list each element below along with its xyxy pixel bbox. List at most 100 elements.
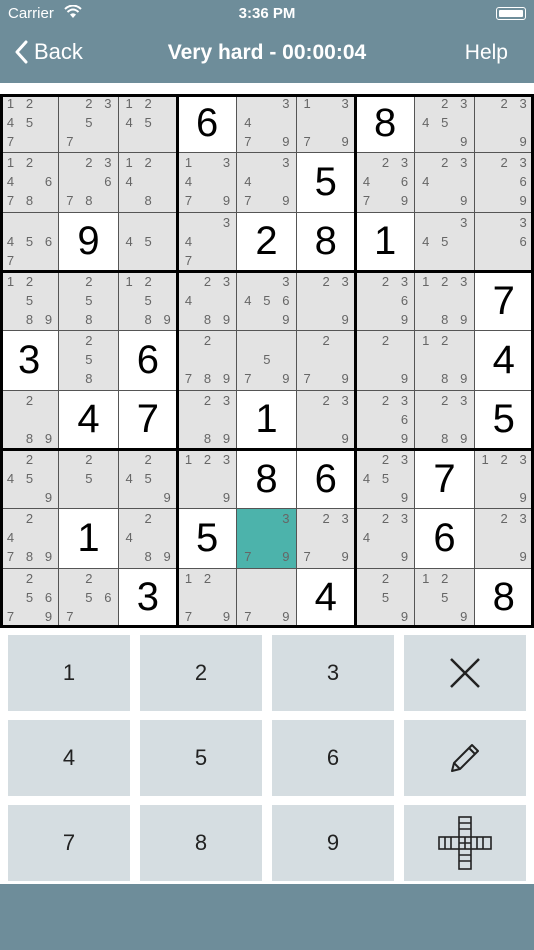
sudoku-cell[interactable]: 2 5 8 <box>59 331 119 391</box>
sudoku-cell[interactable]: 29 <box>355 331 416 391</box>
sudoku-cell[interactable]: 2459 <box>0 449 60 510</box>
sudoku-cell[interactable]: 23 4 9 <box>355 509 416 569</box>
help-button[interactable]: Help <box>465 41 508 65</box>
sudoku-cell[interactable]: 2459 <box>118 449 178 510</box>
sudoku-cell[interactable]: 6 <box>296 449 356 510</box>
sudoku-cell[interactable]: 6 <box>177 94 238 154</box>
sudoku-cell[interactable]: 2 789 <box>177 331 238 391</box>
sudoku-cell[interactable]: 23 4 6 7 9 <box>355 153 416 213</box>
sudoku-cell[interactable]: 123 9 <box>474 449 534 510</box>
sudoku-cell[interactable]: 239 <box>474 94 534 154</box>
sudoku-cell[interactable]: 3 <box>0 331 60 391</box>
digit-key-1[interactable]: 1 <box>8 635 130 711</box>
sudoku-cell[interactable]: 23 6 9 <box>474 153 534 213</box>
sudoku-cell[interactable]: 123 89 <box>415 271 475 332</box>
sudoku-cell[interactable]: 4 <box>59 390 119 450</box>
sudoku-cell[interactable]: 6 <box>415 509 475 569</box>
sudoku-cell[interactable]: 2 5 8 <box>59 271 119 332</box>
sudoku-cell[interactable]: 12 7 9 <box>177 568 238 628</box>
sudoku-cell[interactable]: 5 <box>177 509 238 569</box>
digit-key-2[interactable]: 2 <box>140 635 262 711</box>
sudoku-cell[interactable]: 24 789 <box>0 509 60 569</box>
sudoku-cell[interactable]: 3 456 9 <box>237 271 297 332</box>
pencil-mark: 9 <box>519 193 527 209</box>
sudoku-cell[interactable]: 45 <box>118 212 178 272</box>
sudoku-cell[interactable]: 4 <box>474 331 534 391</box>
pencil-button[interactable] <box>404 720 526 796</box>
sudoku-cell[interactable]: 1 <box>237 390 297 450</box>
sudoku-cell[interactable]: 5 <box>474 390 534 450</box>
pencil-mark: 2 <box>381 511 390 527</box>
sudoku-cell[interactable]: 23 6 78 <box>59 153 119 213</box>
sudoku-cell[interactable]: 36 <box>474 212 534 272</box>
digit-key-7[interactable]: 7 <box>8 805 130 881</box>
sudoku-cell[interactable]: 1 3 4 7 9 <box>177 153 238 213</box>
sudoku-cell[interactable]: 7 <box>118 390 178 450</box>
sudoku-cell[interactable]: 23 89 <box>177 390 238 450</box>
sudoku-cell[interactable]: 7 <box>415 449 475 510</box>
sudoku-cell[interactable]: 23459 <box>415 94 475 154</box>
sudoku-cell[interactable]: 7 <box>474 271 534 332</box>
sudoku-cell[interactable]: 3 45 <box>415 212 475 272</box>
erase-button[interactable] <box>404 635 526 711</box>
sudoku-cell[interactable]: 2 59 <box>355 568 416 628</box>
sudoku-cell[interactable]: 23 489 <box>177 271 238 332</box>
sudoku-cell[interactable]: 23 6 9 <box>355 271 416 332</box>
digit-key-3[interactable]: 3 <box>272 635 394 711</box>
sudoku-cell[interactable]: 239 <box>296 390 356 450</box>
sudoku-cell[interactable]: 2 7 9 <box>296 331 356 391</box>
sudoku-cell[interactable]: 2 <box>237 212 297 272</box>
sudoku-cell[interactable]: 12 89 <box>415 331 475 391</box>
sudoku-cell[interactable]: 79 <box>237 568 297 628</box>
sudoku-cell[interactable]: 5 <box>296 153 356 213</box>
sudoku-cell[interactable]: 2 56 7 <box>59 568 119 628</box>
sudoku-cell[interactable]: 3 7 9 <box>237 509 297 569</box>
digit-key-6[interactable]: 6 <box>272 720 394 796</box>
sudoku-cell[interactable]: 12 59 <box>415 568 475 628</box>
sudoku-cell[interactable]: 3479 <box>237 94 297 154</box>
sudoku-cell[interactable]: 1245 <box>118 94 178 154</box>
pencil-mark: 9 <box>519 134 527 149</box>
sudoku-cell[interactable]: 239 <box>296 271 356 332</box>
pencil-mark: 3 <box>519 511 527 527</box>
sudoku-cell[interactable]: 23 6 9 <box>355 390 416 450</box>
pencil-mark: 3 <box>222 273 231 289</box>
sudoku-cell[interactable]: 12 5 89 <box>0 271 60 332</box>
sudoku-cell[interactable]: 1248 <box>118 153 178 213</box>
sudoku-cell[interactable]: 57 9 <box>237 331 297 391</box>
digit-key-9[interactable]: 9 <box>272 805 394 881</box>
sudoku-cell[interactable]: 3 <box>118 568 178 628</box>
sudoku-cell[interactable]: 8 <box>474 568 534 628</box>
sudoku-cell[interactable]: 23459 <box>355 449 416 510</box>
sudoku-cell[interactable]: 8 <box>355 94 416 154</box>
sudoku-cell[interactable]: 2489 <box>118 509 178 569</box>
sudoku-cell[interactable]: 1 <box>355 212 416 272</box>
digit-key-5[interactable]: 5 <box>140 720 262 796</box>
sudoku-cell[interactable]: 12457 <box>0 94 60 154</box>
sudoku-cell[interactable]: 3 4 7 <box>177 212 238 272</box>
sudoku-cell[interactable]: 12 5 89 <box>118 271 178 332</box>
sudoku-cell[interactable]: 239 <box>474 509 534 569</box>
sudoku-cell[interactable]: 3479 <box>237 153 297 213</box>
sudoku-cell[interactable]: 2357 <box>59 94 119 154</box>
sudoku-cell[interactable]: 1379 <box>296 94 356 154</box>
hint-button[interactable] <box>404 805 526 881</box>
sudoku-cell[interactable]: 4 <box>296 568 356 628</box>
digit-key-8[interactable]: 8 <box>140 805 262 881</box>
sudoku-cell[interactable]: 456 7 <box>0 212 60 272</box>
sudoku-cell[interactable]: 124 6 78 <box>0 153 60 213</box>
sudoku-cell[interactable]: 6 <box>118 331 178 391</box>
sudoku-cell[interactable]: 23 89 <box>415 390 475 450</box>
sudoku-cell[interactable]: 8 <box>237 449 297 510</box>
sudoku-cell[interactable]: 2 89 <box>0 390 60 450</box>
pencil-mark: 1 <box>422 333 430 349</box>
sudoku-cell[interactable]: 2 56 7 9 <box>0 568 60 628</box>
sudoku-cell[interactable]: 1 <box>59 509 119 569</box>
digit-key-4[interactable]: 4 <box>8 720 130 796</box>
sudoku-cell[interactable]: 25 <box>59 449 119 510</box>
sudoku-cell[interactable]: 23 4 9 <box>415 153 475 213</box>
sudoku-cell[interactable]: 9 <box>59 212 119 272</box>
sudoku-cell[interactable]: 8 <box>296 212 356 272</box>
sudoku-cell[interactable]: 123 9 <box>177 449 238 510</box>
sudoku-cell[interactable]: 23 7 9 <box>296 509 356 569</box>
